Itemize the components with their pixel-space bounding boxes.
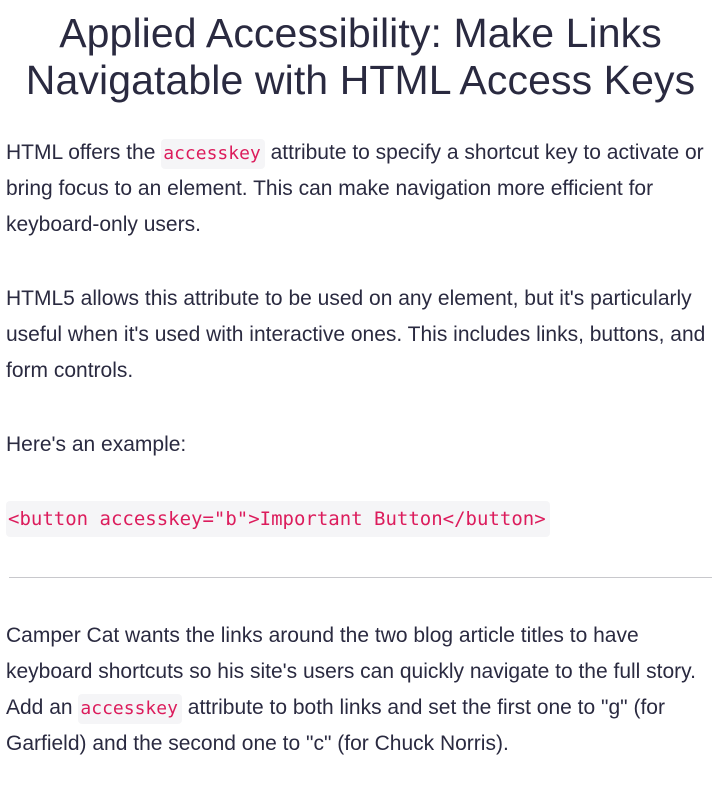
example-label: Here's an example: — [6, 433, 187, 456]
page-title: Applied Accessibility: Make Links Naviga… — [25, 10, 696, 103]
accesskey-task-code: accesskey — [78, 694, 182, 724]
intro-text-start: HTML offers the — [6, 141, 162, 164]
example-code-block: <button accesskey="b">Important Button</… — [6, 501, 550, 537]
accesskey-inline-code: accesskey — [161, 139, 265, 169]
task-paragraph: Camper Cat wants the links around the tw… — [6, 618, 715, 762]
challenge-page: Applied Accessibility: Make Links Naviga… — [0, 0, 721, 803]
section-divider — [9, 577, 712, 578]
intro-paragraph: HTML offers the accesskey attribute to s… — [6, 135, 715, 243]
html5-paragraph: HTML5 allows this attribute to be used o… — [6, 287, 706, 382]
